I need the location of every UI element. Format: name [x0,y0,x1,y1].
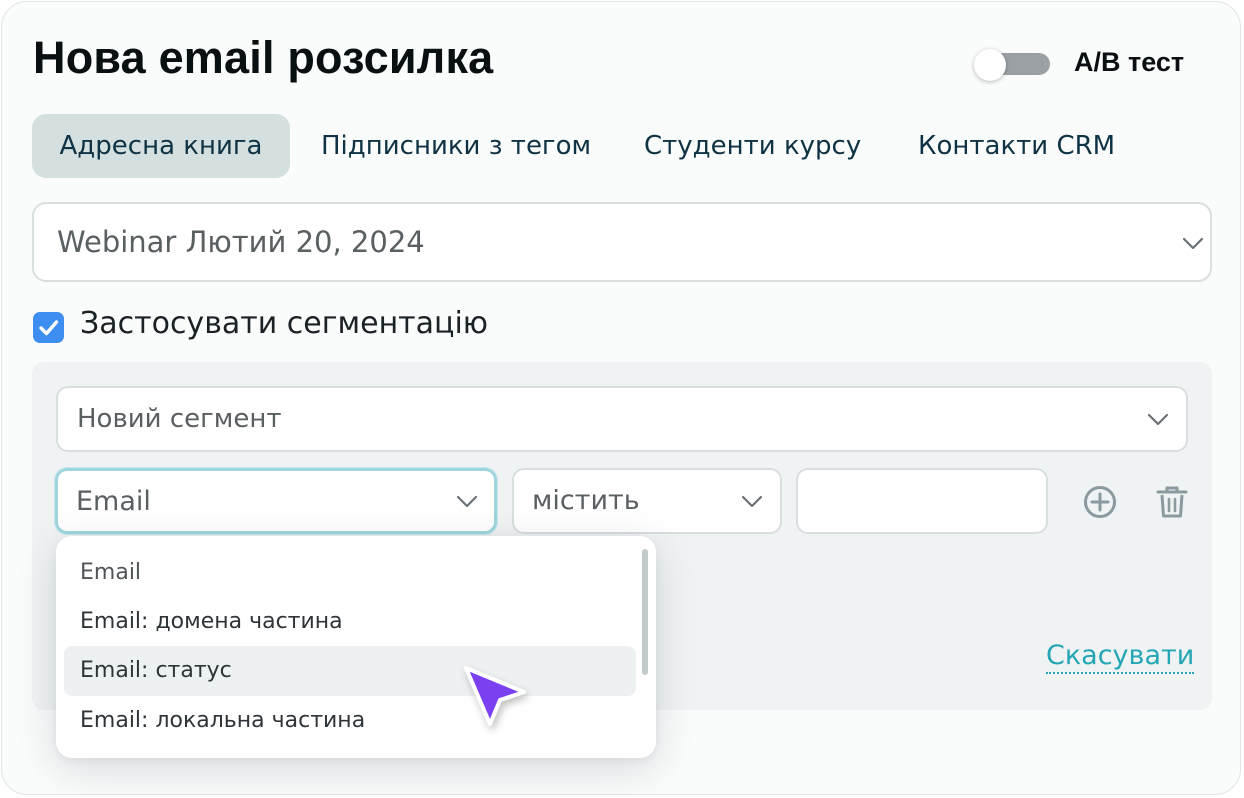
dropdown-scrollbar[interactable] [642,549,648,675]
segmentation-checkbox[interactable] [33,312,64,343]
chevron-down-icon [456,495,478,508]
dropdown-option[interactable]: Email [64,548,636,598]
tab-label: Адресна книга [59,131,263,161]
ab-test-label: A/B тест [1074,47,1185,77]
tab-tag-subscribers[interactable]: Підписники з тегом [321,114,591,178]
tab-address-book[interactable]: Адресна книга [32,114,290,178]
condition-field-value: Email [76,486,151,517]
condition-operator-value: містить [532,485,640,516]
pointer-cursor-icon [464,666,526,726]
tab-label: Підписники з тегом [321,131,592,161]
segment-select[interactable]: Новий сегмент [56,386,1188,452]
plus-circle-icon[interactable] [1082,484,1118,520]
segment-value: Новий сегмент [77,404,282,434]
dropdown-option[interactable]: Email: домена частина [64,597,636,647]
field-dropdown-menu: Email Email: домена частина Email: стату… [56,536,656,758]
condition-operator-select[interactable]: містить [512,468,782,534]
condition-field-select[interactable]: Email [55,468,497,534]
dropdown-option-hovered[interactable]: Email: статус [64,646,636,696]
checkmark-icon [39,320,59,336]
chevron-down-icon [1147,413,1169,426]
chevron-down-icon [741,495,763,508]
cancel-link[interactable]: Скасувати [1046,640,1195,674]
page-title: Нова email розсилка [33,32,494,83]
address-book-select[interactable]: Webinar Лютий 20, 2024 [32,202,1212,282]
trash-icon[interactable] [1155,484,1189,520]
toggle-knob [974,49,1006,81]
tab-label: Контакти CRM [918,131,1116,161]
tab-label: Студенти курсу [644,131,862,161]
condition-value-input[interactable] [796,468,1048,534]
ab-test-toggle[interactable] [974,49,1050,81]
tab-course-students[interactable]: Студенти курсу [644,114,861,178]
segmentation-label: Застосувати сегментацію [80,306,489,341]
chevron-down-icon [1182,237,1204,250]
tab-crm-contacts[interactable]: Контакти CRM [918,114,1115,178]
dropdown-option[interactable]: Email: локальна частина [64,696,636,746]
address-book-value: Webinar Лютий 20, 2024 [57,225,425,259]
